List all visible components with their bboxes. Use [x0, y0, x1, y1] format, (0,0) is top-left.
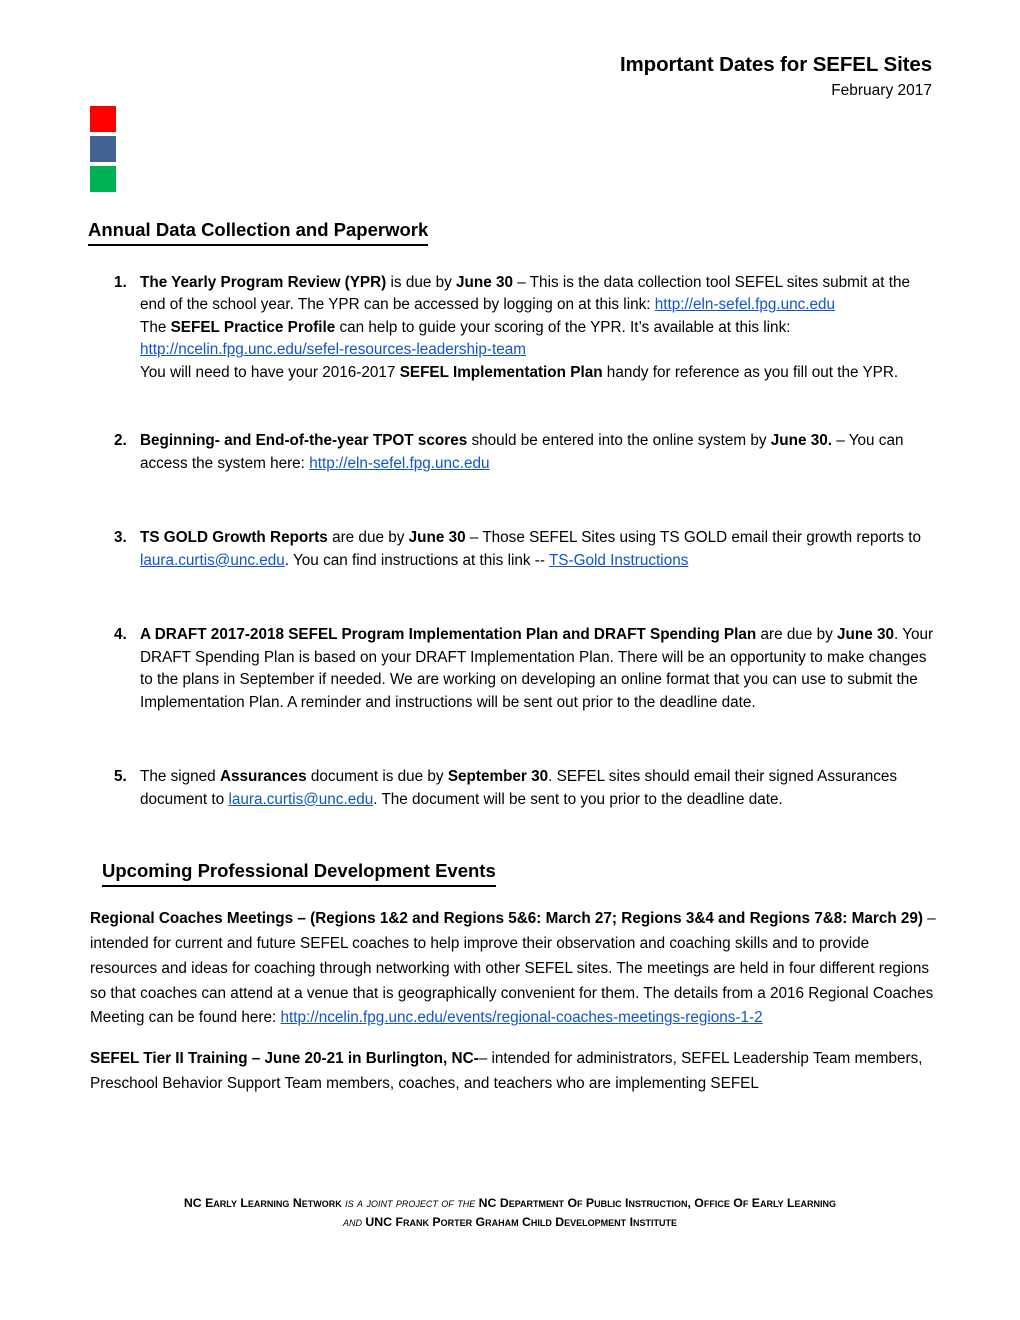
list-item-text: The — [140, 318, 171, 336]
due-date-bold: June 30 — [408, 529, 466, 547]
list-item-text: handy for reference as you fill out the … — [602, 363, 899, 381]
document-footer: NC Early Learning Network is a joint pro… — [88, 1194, 932, 1232]
page-date: February 2017 — [831, 81, 932, 99]
logo-block-red-icon — [90, 106, 116, 132]
link-ts-gold-instructions[interactable]: TS-Gold Instructions — [549, 552, 688, 569]
document-body: Annual Data Collection and Paperwork 1. … — [88, 218, 936, 1113]
section-annual-heading-wrap: Annual Data Collection and Paperwork — [88, 218, 936, 246]
logo-block-green-icon — [90, 166, 116, 192]
tpot-scores-bold: Beginning- and End-of-the-year TPOT scor… — [140, 432, 468, 450]
link-eln-sefel[interactable]: http://eln-sefel.fpg.unc.edu — [655, 296, 835, 313]
list-item-text: The signed — [140, 768, 220, 786]
footer-connector-2: and — [342, 1215, 366, 1230]
practice-profile-bold: SEFEL Practice Profile — [170, 318, 336, 336]
link-regional-coaches-meetings[interactable]: http://ncelin.fpg.unc.edu/events/regiona… — [281, 1009, 763, 1026]
list-item-text: document is due by — [306, 768, 448, 786]
link-sefel-resources[interactable]: http://ncelin.fpg.unc.edu/sefel-resource… — [140, 341, 526, 358]
list-item-text: . The document will be sent to you prior… — [373, 790, 783, 808]
list-item-number: 1. — [114, 273, 127, 291]
footer-org-name: NC Early Learning Network — [183, 1196, 346, 1210]
regional-coaches-bold: Regional Coaches Meetings – (Regions 1&2… — [90, 910, 924, 928]
list-item-lead: The Yearly Program Review (YPR) — [140, 273, 387, 291]
list-item-number: 4. — [114, 626, 127, 644]
link-email-laura-curtis[interactable]: laura.curtis@unc.edu — [228, 791, 373, 808]
due-date-bold: June 30. — [770, 432, 833, 450]
due-date-bold: September 30 — [447, 768, 549, 786]
list-item: 1. The Yearly Program Review (YPR) is du… — [88, 272, 936, 384]
list-item-text: You will need to have your 2016-2017 — [140, 363, 400, 381]
paragraph-tier-ii-training: SEFEL Tier II Training – June 20-21 in B… — [88, 1047, 936, 1097]
list-item-text: is due by — [386, 273, 457, 291]
link-eln-sefel[interactable]: http://eln-sefel.fpg.unc.edu — [309, 455, 489, 472]
footer-partner-1: NC Department Of Public Instruction, Off… — [478, 1196, 837, 1210]
annual-items-list: 1. The Yearly Program Review (YPR) is du… — [88, 272, 936, 811]
list-item-number: 3. — [114, 529, 127, 547]
list-item-text: – Those SEFEL Sites using TS GOLD email … — [465, 529, 922, 547]
list-item: 5. The signed Assurances document is due… — [88, 766, 936, 811]
footer-partner-2: UNC Frank Porter Graham Child Developmen… — [365, 1215, 677, 1230]
due-date-bold: June 30 — [837, 626, 895, 644]
logo-block-blue-icon — [90, 136, 116, 162]
page-title: Important Dates for SEFEL Sites — [619, 53, 932, 76]
list-item-number: 5. — [114, 768, 127, 786]
list-item-text: should be entered into the online system… — [467, 432, 771, 450]
list-item: 4. A DRAFT 2017-2018 SEFEL Program Imple… — [88, 624, 936, 714]
list-item-text: are due by — [756, 626, 838, 644]
section-heading-annual: Annual Data Collection and Paperwork — [88, 218, 429, 246]
section-events-heading-wrap: Upcoming Professional Development Events — [88, 859, 936, 888]
link-email-laura-curtis[interactable]: laura.curtis@unc.edu — [140, 552, 285, 569]
draft-plan-bold: A DRAFT 2017-2018 SEFEL Program Implemen… — [140, 626, 757, 644]
list-item: 3. TS GOLD Growth Reports are due by Jun… — [88, 527, 936, 572]
footer-connector-1: is a joint project of the — [345, 1196, 479, 1210]
tier-ii-training-bold: SEFEL Tier II Training – June 20-21 in B… — [90, 1050, 479, 1068]
paragraph-regional-coaches: Regional Coaches Meetings – (Regions 1&2… — [88, 907, 936, 1031]
nc-eln-logo — [90, 106, 116, 192]
document-header: Important Dates for SEFEL Sites February… — [0, 52, 932, 100]
assurances-bold: Assurances — [219, 768, 307, 786]
document-page: Important Dates for SEFEL Sites February… — [0, 0, 1020, 1320]
section-heading-events: Upcoming Professional Development Events — [102, 859, 496, 888]
list-item-text: are due by — [327, 529, 409, 547]
ts-gold-bold: TS GOLD Growth Reports — [140, 529, 328, 547]
list-item: 2. Beginning- and End-of-the-year TPOT s… — [88, 430, 936, 475]
list-item-number: 2. — [114, 432, 127, 450]
due-date-bold: June 30 — [456, 273, 513, 291]
list-item-text: . You can find instructions at this link… — [284, 551, 549, 569]
implementation-plan-bold: SEFEL Implementation Plan — [399, 363, 603, 381]
list-item-text: can help to guide your scoring of the YP… — [335, 318, 791, 336]
